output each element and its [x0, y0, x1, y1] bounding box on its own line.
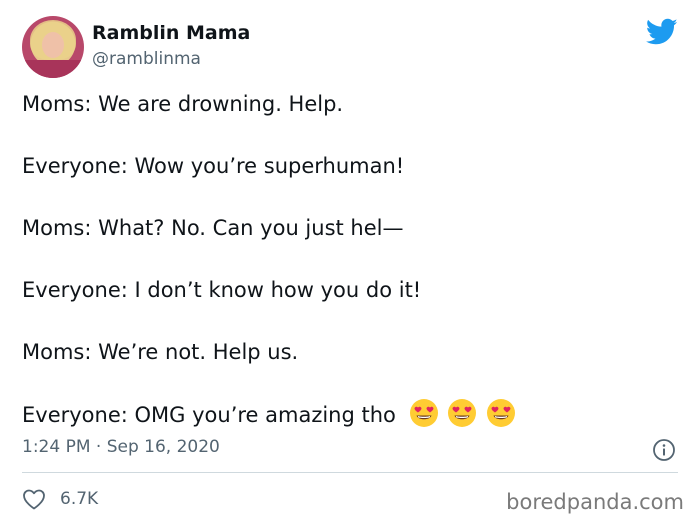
avatar-shirt — [22, 60, 84, 78]
tweet-card: Ramblin Mama @ramblinma Moms: We are dro… — [0, 0, 700, 529]
tweet-line-with-emoji: Everyone: OMG you’re amazing tho — [22, 398, 518, 435]
twitter-bird-icon[interactable] — [646, 18, 678, 46]
tweet-timestamp[interactable]: 1:24 PM · Sep 16, 2020 — [22, 437, 220, 457]
heart-eyes-emoji-icon — [448, 399, 477, 427]
info-icon[interactable] — [652, 438, 676, 462]
author-name[interactable]: Ramblin Mama — [92, 22, 250, 44]
emoji-group — [409, 398, 518, 435]
tweet-line: Everyone: Wow you’re superhuman! — [22, 154, 405, 178]
like-count: 6.7K — [60, 489, 99, 509]
avatar-face — [42, 32, 64, 58]
divider — [22, 472, 678, 473]
heart-icon — [23, 489, 45, 510]
watermark: boredpanda.com — [506, 490, 684, 514]
like-button[interactable]: 6.7K — [22, 486, 98, 512]
avatar[interactable] — [22, 16, 84, 78]
heart-eyes-emoji-icon — [486, 399, 515, 427]
tweet-line: Moms: We are drowning. Help. — [22, 92, 344, 116]
tweet-line: Everyone: OMG you’re amazing tho — [22, 403, 396, 427]
tweet-line: Moms: What? No. Can you just hel— — [22, 216, 404, 240]
author-handle[interactable]: @ramblinma — [92, 49, 201, 69]
tweet-line: Everyone: I don’t know how you do it! — [22, 278, 422, 302]
tweet-line: Moms: We’re not. Help us. — [22, 340, 299, 364]
heart-eyes-emoji-icon — [409, 399, 438, 427]
